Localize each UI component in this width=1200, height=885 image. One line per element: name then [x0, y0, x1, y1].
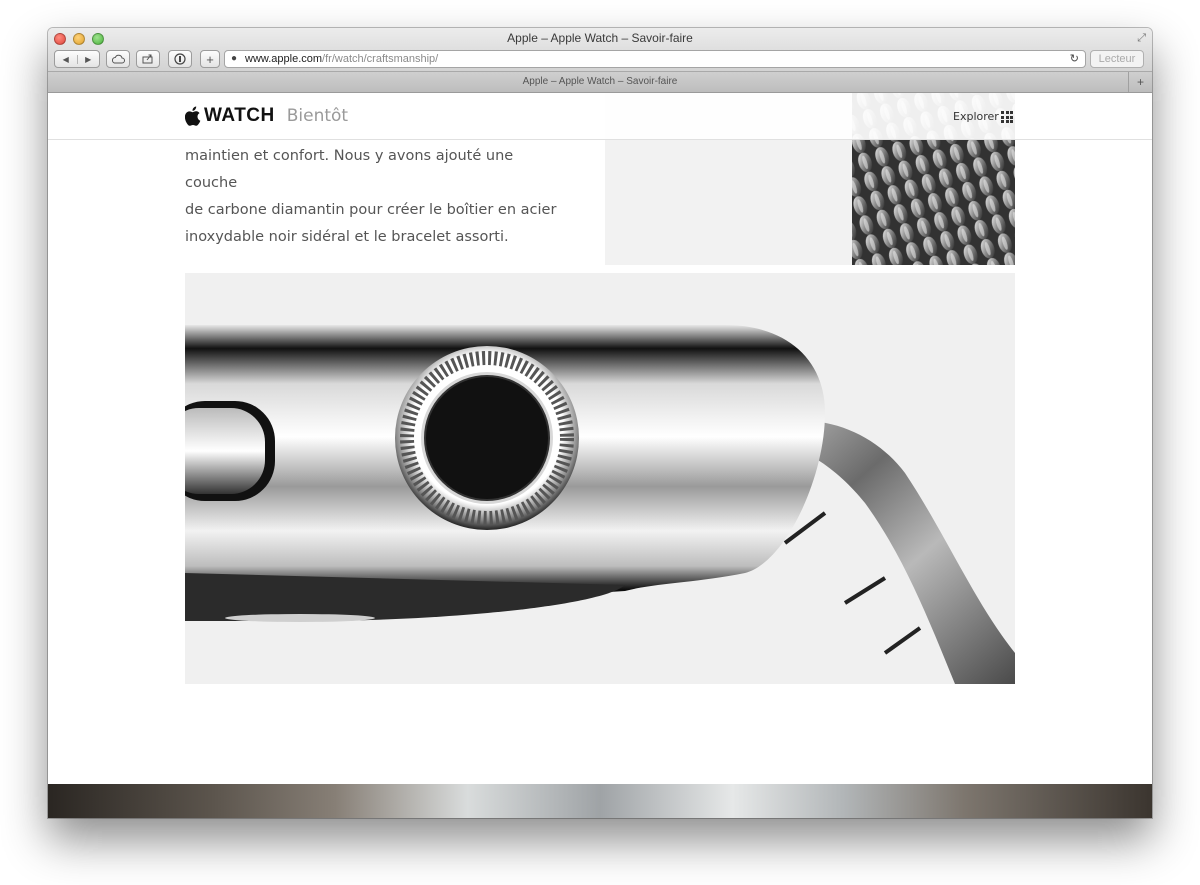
watch-case-illustration [185, 325, 1015, 684]
add-bookmark-button[interactable]: + [200, 50, 220, 68]
tab-title[interactable]: Apple – Apple Watch – Savoir-faire [48, 72, 1152, 92]
grid-icon[interactable] [1001, 111, 1013, 123]
back-button[interactable]: ◀ [55, 55, 77, 64]
apple-watch-local-nav: WATCH Bientôt Explorer [48, 93, 1152, 140]
icloud-tabs-button[interactable] [106, 50, 130, 68]
address-path: /fr/watch/craftsmanship/ [322, 53, 439, 65]
forward-button[interactable]: ▶ [76, 54, 100, 64]
craftsmanship-paragraph: maintien et confort. Nous y avons ajouté… [185, 143, 565, 251]
brand-lockup[interactable]: WATCH Bientôt [185, 105, 348, 127]
page-viewport: maintien et confort. Nous y avons ajouté… [48, 93, 1152, 818]
reader-icon [174, 53, 186, 65]
paragraph-line: de carbone diamantin pour créer le boîti… [185, 202, 557, 218]
reload-button[interactable]: ↻ [1070, 51, 1079, 67]
address-bar[interactable]: ● www.apple.com/fr/watch/craftsmanship/ … [224, 50, 1086, 68]
brand-name: WATCH [204, 105, 275, 126]
browser-toolbar: Apple – Apple Watch – Savoir-faire ⤢ ◀ ▶… [48, 28, 1152, 72]
explorer-link[interactable]: Explorer [953, 110, 999, 123]
share-icon [142, 54, 153, 64]
tab-bar: Apple – Apple Watch – Savoir-faire + [48, 72, 1152, 93]
window-title: Apple – Apple Watch – Savoir-faire [507, 31, 693, 45]
paragraph-line: maintien et confort. Nous y avons ajouté… [185, 148, 514, 191]
next-section-image-strip [48, 784, 1152, 818]
share-button[interactable] [136, 50, 160, 68]
reading-list-button[interactable] [168, 50, 192, 68]
apple-favicon-icon: ● [231, 53, 238, 64]
watch-digital-crown-image [185, 273, 1015, 684]
address-domain: www.apple.com [245, 53, 323, 65]
reader-button[interactable]: Lecteur [1090, 50, 1144, 68]
back-forward-buttons: ◀ ▶ [54, 50, 100, 68]
new-tab-button[interactable]: + [1128, 72, 1152, 92]
fullscreen-icon[interactable]: ⤢ [1137, 32, 1146, 45]
brand-subtitle: Bientôt [286, 106, 349, 126]
browser-window: Apple – Apple Watch – Savoir-faire ⤢ ◀ ▶… [48, 28, 1152, 818]
paragraph-line: inoxydable noir sidéral et le bracelet a… [185, 229, 509, 245]
cloud-icon [111, 54, 125, 64]
apple-logo-icon [185, 106, 201, 126]
